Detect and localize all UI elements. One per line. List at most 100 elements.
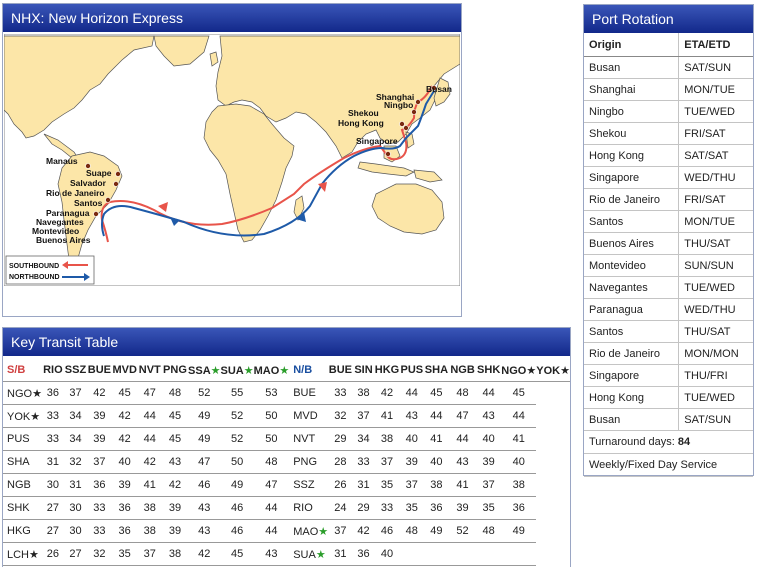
sb-transit-days: 33 bbox=[87, 496, 112, 520]
sb-transit-days: 46 bbox=[188, 473, 221, 497]
sb-origin-port: YOK★ bbox=[3, 404, 42, 428]
nb-transit-days: 29 bbox=[328, 427, 353, 451]
sb-transit-days: 52 bbox=[220, 404, 254, 428]
sb-transit-days: 47 bbox=[137, 381, 162, 405]
rotation-row: Singapore WED/THU bbox=[584, 166, 753, 189]
nb-transit-days: 36 bbox=[352, 542, 375, 566]
label-santos: Santos bbox=[74, 198, 103, 208]
sb-transit-days: 47 bbox=[253, 473, 290, 497]
nb-header: SHA bbox=[423, 359, 449, 382]
sb-transit-days: 45 bbox=[111, 381, 138, 405]
rotation-origin: Montevideo bbox=[584, 254, 679, 277]
nb-header-text: SIN bbox=[354, 364, 373, 376]
dot-paranagua bbox=[93, 211, 99, 217]
rotation-origin: Navegantes bbox=[584, 276, 679, 299]
sb-header: NVT bbox=[137, 359, 162, 382]
sb-transit-days: 44 bbox=[137, 404, 162, 428]
sb-transit-days: 42 bbox=[188, 542, 221, 566]
star-icon: ★ bbox=[32, 387, 42, 400]
star-icon: ★ bbox=[243, 364, 254, 377]
sb-transit-days: 39 bbox=[161, 496, 189, 520]
nb-transit-days: 46 bbox=[374, 519, 400, 543]
nb-transit-days: 41 bbox=[501, 427, 537, 451]
nb-transit-days: 35 bbox=[476, 496, 502, 520]
sb-transit-days: 44 bbox=[253, 496, 290, 520]
label-suape: Suape bbox=[86, 168, 112, 178]
nb-header: SHK bbox=[476, 359, 502, 382]
nb-header-text: SHA bbox=[424, 364, 449, 376]
label-singapore: Singapore bbox=[356, 136, 398, 146]
nb-transit-days: 39 bbox=[448, 496, 477, 520]
sb-transit-days: 37 bbox=[87, 450, 112, 474]
transit-row: PUS 33 34 39 42 44 45 49 52 50 NVT 29 34 38 40 41 44 40 41 bbox=[3, 427, 570, 451]
turnaround-label: Turnaround days: bbox=[589, 436, 675, 448]
sb-transit-days: 39 bbox=[161, 519, 189, 543]
legend-southbound: SOUTHBOUND bbox=[9, 263, 59, 270]
rotation-eta-etd: SAT/SAT bbox=[678, 144, 753, 167]
nb-transit-days: 40 bbox=[399, 427, 424, 451]
rotation-origin: Busan bbox=[584, 56, 679, 79]
sb-header: MVD bbox=[111, 359, 138, 382]
sb-transit-days: 40 bbox=[111, 450, 138, 474]
sb-transit-days: 34 bbox=[63, 404, 88, 428]
nb-transit-days: 44 bbox=[399, 381, 424, 405]
label-buenosaires: Buenos Aires bbox=[36, 235, 91, 245]
nb-header: SIN bbox=[352, 359, 375, 382]
rotation-eta-etd: WED/THU bbox=[678, 166, 753, 189]
map-legend: SOUTHBOUND NORTHBOUND bbox=[5, 255, 95, 285]
rotation-row: Busan SAT/SUN bbox=[584, 408, 753, 431]
dot-singapore bbox=[385, 151, 391, 157]
nb-transit-days: 39 bbox=[399, 450, 424, 474]
star-icon: ★ bbox=[30, 410, 41, 423]
nb-transit-days: 45 bbox=[423, 381, 449, 405]
rotation-row: Montevideo SUN/SUN bbox=[584, 254, 753, 277]
sb-header-text: PNG bbox=[163, 364, 187, 376]
nb-transit-days: 26 bbox=[328, 473, 353, 497]
sb-transit-days: 36 bbox=[87, 473, 112, 497]
dot-ningbo bbox=[411, 109, 417, 115]
nb-transit-days: 47 bbox=[448, 404, 477, 428]
sb-transit-days: 27 bbox=[63, 542, 88, 566]
sb-transit-days: 43 bbox=[161, 450, 189, 474]
sb-header-text: SSA bbox=[188, 364, 211, 377]
sb-origin-port-text: SHK bbox=[7, 502, 30, 514]
rotation-eta-etd: THU/SAT bbox=[678, 232, 753, 255]
nb-origin-port: MVD bbox=[289, 404, 329, 428]
nb-transit-days: 40 bbox=[423, 450, 449, 474]
nb-transit-days: 40 bbox=[374, 542, 400, 566]
rotation-eta-etd: THU/SAT bbox=[678, 320, 753, 343]
sb-origin-port-text: YOK bbox=[7, 410, 31, 423]
nb-origin-port-text: BUE bbox=[293, 387, 316, 399]
sb-transit-days: 44 bbox=[137, 427, 162, 451]
sb-transit-days: 36 bbox=[41, 381, 64, 405]
sb-transit-days: 38 bbox=[161, 542, 189, 566]
rotation-eta-etd: FRI/SAT bbox=[678, 188, 753, 211]
rotation-eta-etd: TUE/WED bbox=[678, 100, 753, 123]
sb-transit-days: 44 bbox=[253, 519, 290, 543]
nb-transit-days: 38 bbox=[423, 473, 449, 497]
sb-label: S/B bbox=[3, 359, 42, 382]
star-icon: ★ bbox=[526, 364, 537, 377]
rotation-row: Shekou FRI/SAT bbox=[584, 122, 753, 145]
sb-transit-days: 37 bbox=[137, 542, 162, 566]
rotation-row: Paranagua WED/THU bbox=[584, 298, 753, 321]
sb-transit-days: 49 bbox=[188, 404, 221, 428]
sb-transit-days: 32 bbox=[87, 542, 112, 566]
nb-origin-port-text: MAO bbox=[293, 525, 319, 538]
label-rio: Rio de Janeiro bbox=[46, 188, 105, 198]
rotation-origin: Santos bbox=[584, 210, 679, 233]
star-icon: ★ bbox=[29, 548, 39, 561]
sb-transit-days: 38 bbox=[137, 496, 162, 520]
nb-transit-days: 49 bbox=[501, 519, 537, 543]
sb-transit-days: 42 bbox=[111, 427, 138, 451]
rotation-row: Hong Kong SAT/SAT bbox=[584, 144, 753, 167]
nb-transit-days: 38 bbox=[352, 381, 375, 405]
sb-origin-port-text: PUS bbox=[7, 433, 30, 445]
nb-origin-port: PNG bbox=[289, 450, 329, 474]
nb-transit-days: 29 bbox=[352, 496, 375, 520]
nb-header-text: PUS bbox=[400, 364, 424, 376]
nb-transit-days bbox=[448, 542, 477, 566]
map-panel: NHX: New Horizon Express Busan Shanghai … bbox=[2, 3, 462, 317]
nb-header: BUE bbox=[328, 359, 353, 382]
transit-header-row: S/B RIO SSZ BUE MVD NVT PNG SSA★ SUA★ MAO★ N/B BUE S… bbox=[3, 359, 570, 382]
